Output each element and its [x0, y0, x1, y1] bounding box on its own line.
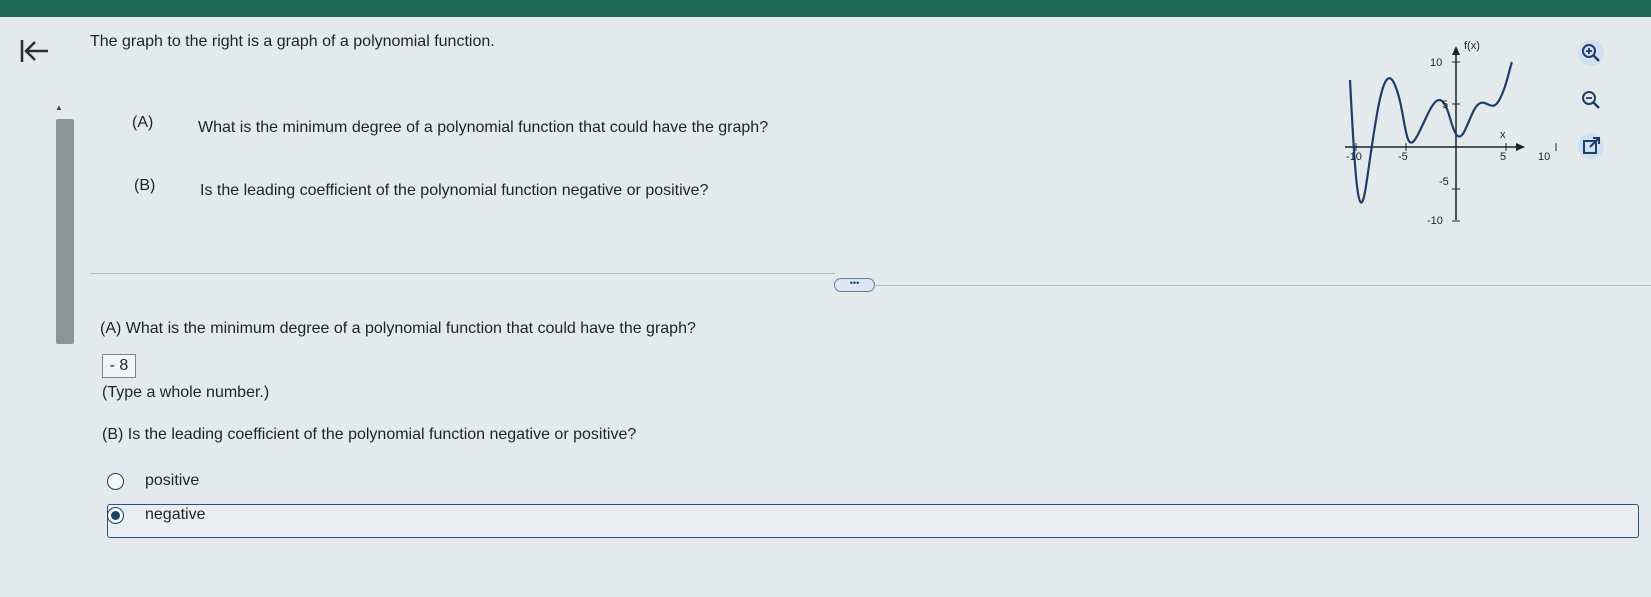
answer-b-prompt: (B) Is the leading coefficient of the po…	[102, 426, 637, 443]
answer-a-input[interactable]: - 8	[102, 354, 136, 378]
top-bar	[0, 0, 1651, 17]
section-divider	[873, 285, 1651, 286]
option-negative-label[interactable]: negative	[145, 506, 206, 524]
x-axis-label: x	[1500, 129, 1506, 141]
x-tick-label: -5	[1398, 151, 1408, 163]
part-a-label: (A)	[132, 114, 154, 131]
part-b-text: Is the leading coefficient of the polyno…	[200, 182, 709, 199]
radio-positive[interactable]	[107, 473, 124, 490]
selected-option-highlight[interactable]	[107, 504, 1639, 538]
y-axis-arrow	[1452, 46, 1460, 55]
answer-a-hint: (Type a whole number.)	[102, 384, 270, 401]
y-tick-label: -10	[1427, 215, 1443, 227]
x-axis-arrow	[1516, 143, 1525, 151]
radio-negative[interactable]	[107, 507, 124, 524]
polynomial-graph: f(x) x 10 5 -5 -10 -10 -5 5 10	[1345, 38, 1560, 243]
section-divider	[90, 273, 835, 274]
option-positive-label[interactable]: positive	[145, 472, 199, 490]
popout-icon[interactable]	[1578, 133, 1604, 159]
scroll-up-icon[interactable]: ▲	[55, 103, 63, 112]
polynomial-curve	[1348, 61, 1514, 204]
answer-a-prompt: (A) What is the minimum degree of a poly…	[100, 320, 696, 337]
x-tick-label: 5	[1500, 151, 1506, 163]
y-tick-label: -5	[1439, 176, 1449, 188]
y-tick-label: 10	[1430, 57, 1442, 69]
zoom-in-icon[interactable]	[1578, 40, 1604, 66]
y-tick-label: 5	[1442, 99, 1448, 111]
part-a-text: What is the minimum degree of a polynomi…	[198, 119, 769, 136]
question-intro: The graph to the right is a graph of a p…	[90, 33, 495, 50]
expand-dots-button[interactable]: •••	[834, 278, 875, 292]
x-tick-label: 10	[1538, 151, 1550, 163]
back-arrow-icon[interactable]	[18, 34, 52, 68]
x-tick-label: -10	[1346, 151, 1362, 163]
scrollbar-thumb[interactable]	[56, 119, 74, 344]
y-axis-label: f(x)	[1464, 40, 1480, 52]
part-b-label: (B)	[134, 177, 156, 194]
zoom-out-icon[interactable]	[1578, 87, 1604, 113]
